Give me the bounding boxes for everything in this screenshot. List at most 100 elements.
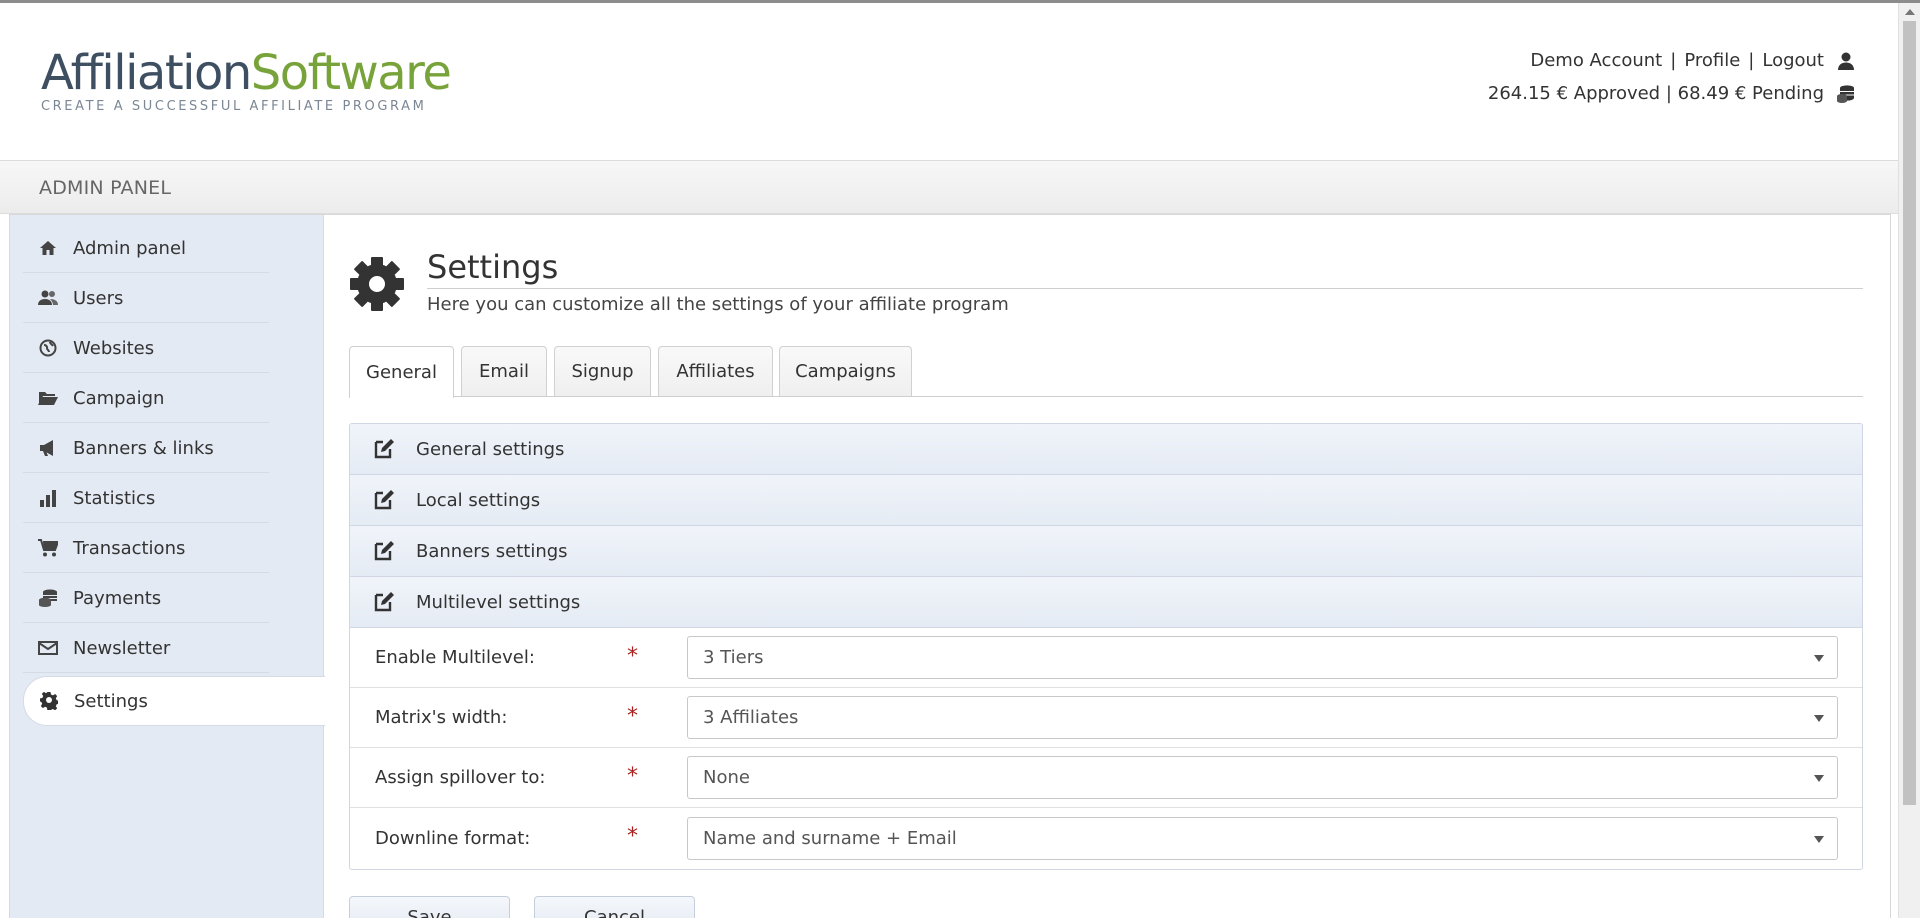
gear-icon <box>39 691 59 711</box>
edit-icon <box>372 539 396 563</box>
field-label: Enable Multilevel: <box>375 647 535 668</box>
section-label: Banners settings <box>416 540 568 562</box>
tab-email[interactable]: Email <box>461 346 547 396</box>
settings-gear-icon <box>349 256 405 312</box>
profile-link[interactable]: Profile <box>1684 50 1740 71</box>
edit-icon <box>372 488 396 512</box>
scroll-up-arrow-icon[interactable] <box>1905 9 1915 15</box>
select-value: None <box>703 767 750 788</box>
section-label: Multilevel settings <box>416 591 581 613</box>
required-marker: * <box>627 764 638 789</box>
tab-signup[interactable]: Signup <box>554 346 651 396</box>
field-row-enable-multilevel: Enable Multilevel: * 3 Tiers <box>350 628 1862 688</box>
envelope-icon <box>38 638 58 658</box>
sidebar-item-label: Banners & links <box>73 437 214 459</box>
sidebar-item-label: Newsletter <box>73 637 171 659</box>
link-separator: | <box>1670 50 1677 71</box>
chevron-down-icon <box>1814 715 1824 722</box>
logo[interactable]: AffiliationSoftware CREATE A SUCCESSFUL … <box>41 49 452 114</box>
page-title: Settings <box>427 248 559 286</box>
sidebar-item-settings[interactable]: Settings <box>23 676 325 726</box>
save-button[interactable]: Save <box>349 896 510 918</box>
field-label: Assign spillover to: <box>375 767 546 788</box>
section-banners-settings[interactable]: Banners settings <box>350 526 1862 577</box>
user-links: Demo Account | Profile | Logout <box>1530 50 1856 71</box>
home-icon <box>38 238 58 258</box>
sidebar: Admin panel Users Websites Campaign Bann… <box>10 215 325 918</box>
user-icon <box>1836 51 1856 71</box>
cancel-button[interactable]: Cancel <box>534 896 695 918</box>
sidebar-item-newsletter[interactable]: Newsletter <box>23 623 269 673</box>
settings-tabs: General Email Signup Affiliates Campaign… <box>349 346 1863 398</box>
admin-panel-title: ADMIN PANEL <box>39 177 172 199</box>
sidebar-item-transactions[interactable]: Transactions <box>23 523 269 573</box>
sidebar-item-label: Payments <box>73 587 162 609</box>
tab-general[interactable]: General <box>349 346 454 398</box>
tab-affiliates[interactable]: Affiliates <box>658 346 773 396</box>
logo-wordmark: AffiliationSoftware <box>41 49 452 97</box>
field-row-downline-format: Downline format: * Name and surname + Em… <box>350 808 1862 868</box>
megaphone-icon <box>38 438 58 458</box>
field-row-assign-spillover: Assign spillover to: * None <box>350 748 1862 808</box>
coins-icon <box>1836 84 1856 104</box>
logout-link[interactable]: Logout <box>1762 50 1824 71</box>
sidebar-item-label: Statistics <box>73 487 156 509</box>
sidebar-item-label: Users <box>73 287 124 309</box>
section-general-settings[interactable]: General settings <box>350 424 1862 475</box>
downline-format-select[interactable]: Name and surname + Email <box>687 816 1838 860</box>
required-marker: * <box>627 704 638 729</box>
tab-campaigns[interactable]: Campaigns <box>779 346 912 396</box>
site-header: AffiliationSoftware CREATE A SUCCESSFUL … <box>0 3 1898 160</box>
sidebar-item-label: Transactions <box>73 537 186 559</box>
logo-part-1: Affiliation <box>41 45 252 101</box>
select-value: 3 Affiliates <box>703 707 799 728</box>
sidebar-item-users[interactable]: Users <box>23 273 269 323</box>
link-separator: | <box>1748 50 1755 71</box>
section-label: Local settings <box>416 489 541 511</box>
sidebar-item-banners[interactable]: Banners & links <box>23 423 269 473</box>
chevron-down-icon <box>1814 655 1824 662</box>
balance-summary: 264.15 € Approved | 68.49 € Pending <box>1488 83 1856 104</box>
balance-text: 264.15 € Approved | 68.49 € Pending <box>1487 83 1824 104</box>
sidebar-item-label: Websites <box>73 337 155 359</box>
logo-tagline: CREATE A SUCCESSFUL AFFILIATE PROGRAM <box>41 99 427 114</box>
globe-icon <box>38 338 58 358</box>
folder-icon <box>38 388 58 408</box>
settings-accordion: General settings Local settings Banners … <box>349 423 1863 870</box>
logo-part-2: Software <box>250 45 452 101</box>
edit-icon <box>372 590 396 614</box>
page-scrollbar[interactable] <box>1898 3 1920 918</box>
bar-chart-icon <box>38 488 58 508</box>
required-marker: * <box>627 644 638 669</box>
matrix-width-select[interactable]: 3 Affiliates <box>687 696 1838 739</box>
sidebar-item-label: Settings <box>74 690 148 712</box>
sidebar-item-statistics[interactable]: Statistics <box>23 473 269 523</box>
field-row-matrix-width: Matrix's width: * 3 Affiliates <box>350 688 1862 748</box>
enable-multilevel-select[interactable]: 3 Tiers <box>687 636 1838 679</box>
scrollbar-thumb[interactable] <box>1903 21 1916 805</box>
required-marker: * <box>627 824 638 849</box>
field-label: Matrix's width: <box>375 707 508 728</box>
edit-icon <box>372 437 396 461</box>
sidebar-item-payments[interactable]: Payments <box>23 573 269 623</box>
section-label: General settings <box>416 438 565 460</box>
sidebar-item-admin-panel[interactable]: Admin panel <box>23 223 269 273</box>
page-subtitle: Here you can customize all the settings … <box>427 294 1009 315</box>
chevron-down-icon <box>1814 775 1824 782</box>
coins-icon <box>38 588 58 608</box>
sidebar-item-campaign[interactable]: Campaign <box>23 373 269 423</box>
sidebar-item-label: Campaign <box>73 387 165 409</box>
title-divider <box>427 288 1863 289</box>
sidebar-item-websites[interactable]: Websites <box>23 323 269 373</box>
field-label: Downline format: <box>375 827 531 849</box>
sidebar-item-label: Admin panel <box>73 237 187 259</box>
section-multilevel-settings[interactable]: Multilevel settings <box>350 577 1862 628</box>
select-value: 3 Tiers <box>703 647 764 668</box>
admin-panel-bar: ADMIN PANEL <box>0 160 1898 214</box>
section-local-settings[interactable]: Local settings <box>350 475 1862 526</box>
demo-account-link[interactable]: Demo Account <box>1530 50 1662 71</box>
chevron-down-icon <box>1814 835 1824 843</box>
select-value: Name and surname + Email <box>703 827 957 849</box>
assign-spillover-select[interactable]: None <box>687 756 1838 799</box>
users-icon <box>38 288 58 308</box>
